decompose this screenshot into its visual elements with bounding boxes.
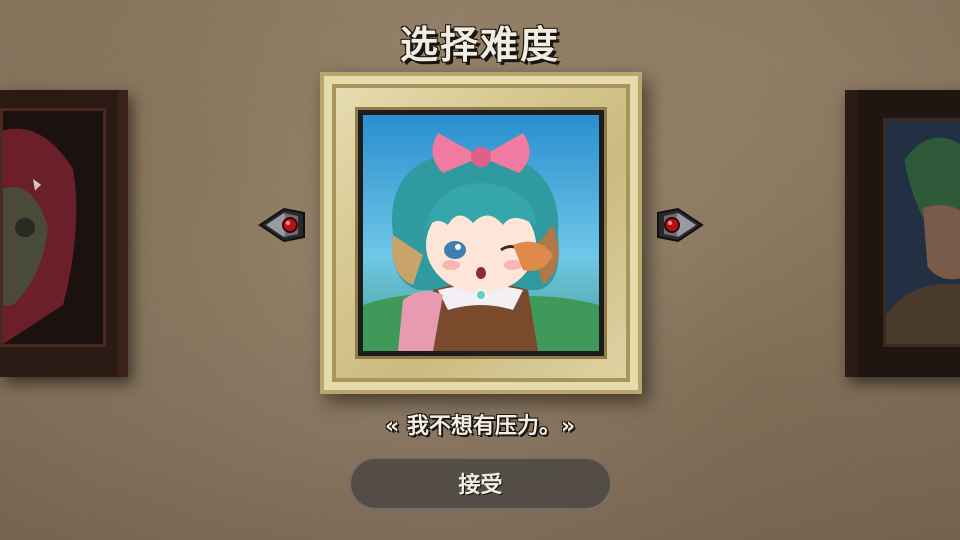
next-portrait-art <box>883 118 960 347</box>
left-arrow-red-gem-icon <box>258 207 305 243</box>
accept-button[interactable]: 接受 <box>349 457 612 510</box>
portrait-mat <box>358 110 604 356</box>
selected-difficulty-frame <box>320 72 642 394</box>
difficulty-description-quote: « 我不想有压力。» <box>384 414 576 439</box>
next-difficulty-arrow[interactable] <box>654 205 704 245</box>
prev-difficulty-portrait[interactable] <box>0 90 128 377</box>
previous-difficulty-arrow[interactable] <box>258 205 308 245</box>
screen-title: 选择难度 <box>399 23 560 67</box>
easy-difficulty-character-portrait <box>363 115 599 351</box>
next-difficulty-portrait[interactable] <box>845 90 960 377</box>
prev-portrait-art <box>0 108 106 347</box>
right-arrow-red-gem-icon <box>657 207 704 243</box>
